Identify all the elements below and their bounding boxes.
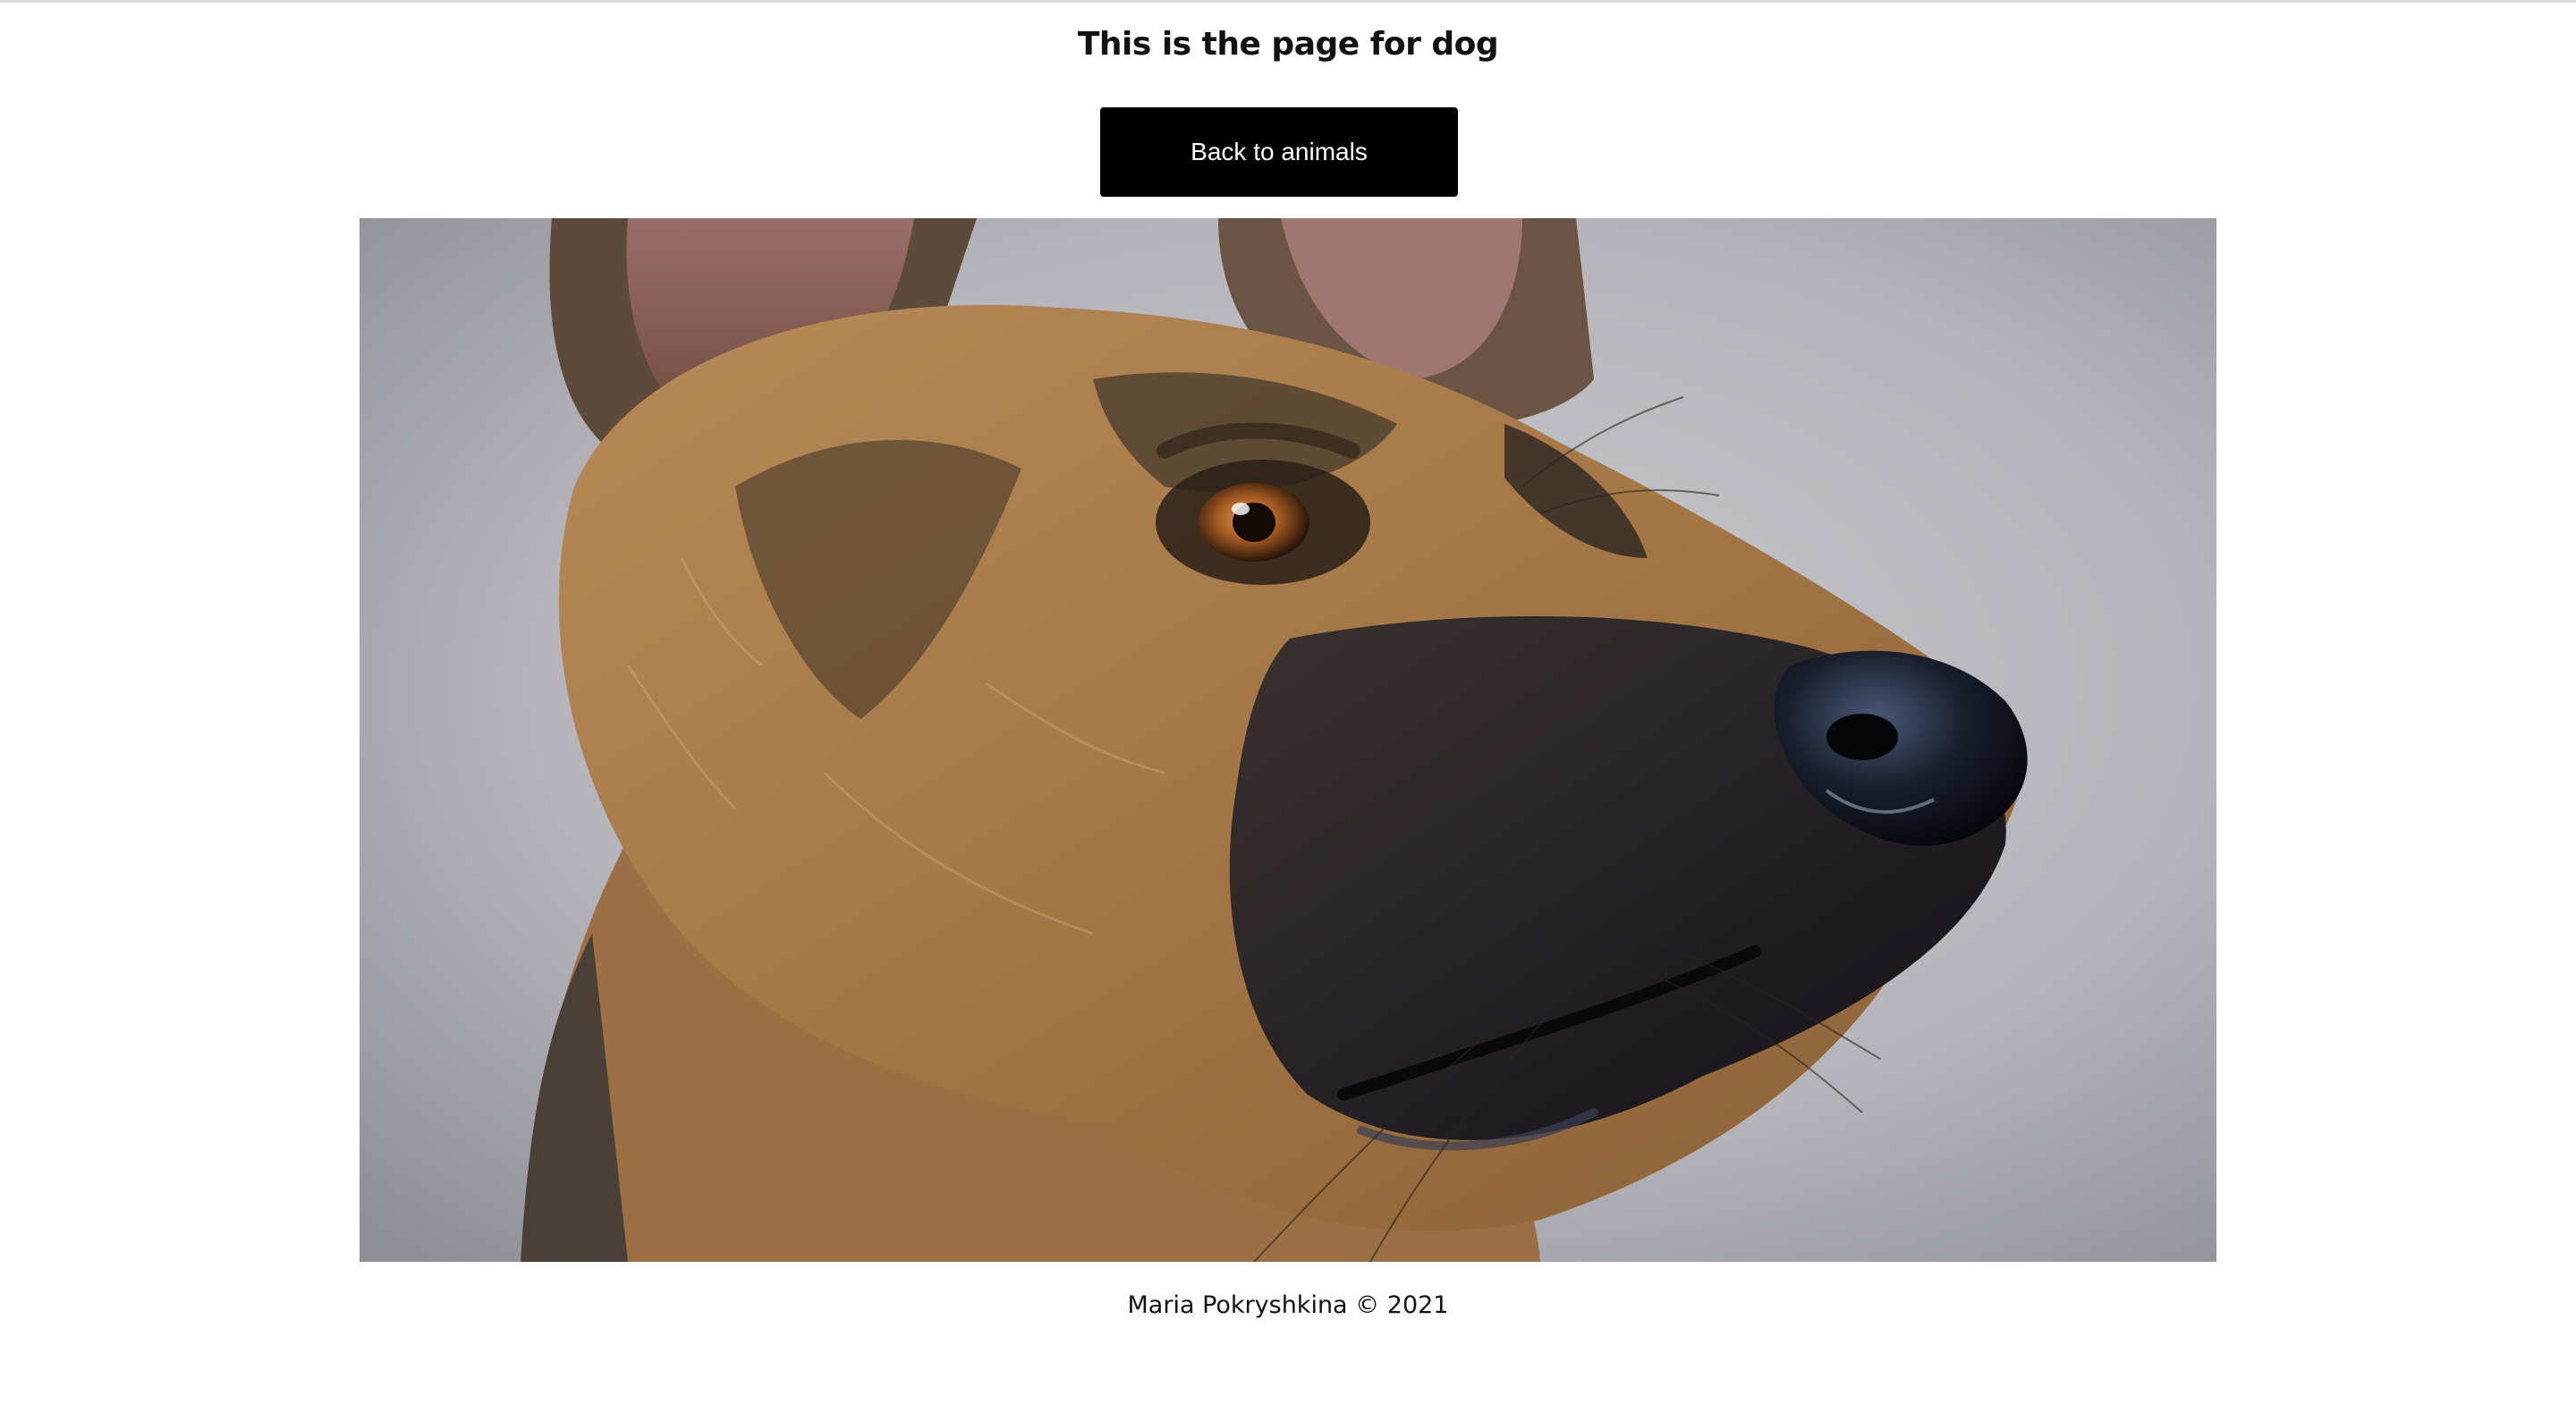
page-title: This is the page for dog (1077, 26, 1499, 63)
footer-copyright: Maria Pokryshkina © 2021 (1127, 1291, 1449, 1319)
back-to-animals-button[interactable]: Back to animals (1100, 107, 1458, 197)
dog-illustration (360, 218, 2216, 1262)
dog-photo (360, 218, 2216, 1262)
top-divider (0, 0, 2576, 3)
page: This is the page for dog Back to animals (0, 0, 2576, 1413)
